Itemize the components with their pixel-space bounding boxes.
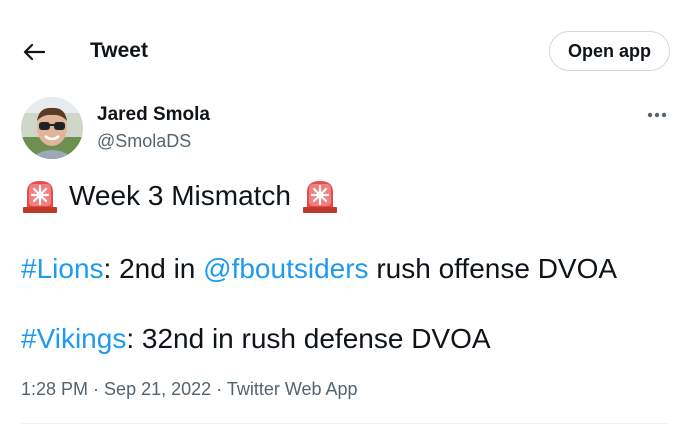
- back-button[interactable]: [18, 36, 50, 68]
- divider: [21, 423, 669, 424]
- separator: ·: [211, 379, 227, 399]
- more-options-button[interactable]: [644, 104, 670, 126]
- tweet-title-text: Week 3 Mismatch: [69, 180, 291, 211]
- tweet-text: : 2nd in: [103, 253, 204, 284]
- tweet-page: Tweet Open app Jared Smola @SmolaDS Week…: [0, 0, 690, 428]
- tweet-source: Twitter Web App: [226, 379, 358, 399]
- hashtag-link[interactable]: #Lions: [21, 253, 104, 284]
- tweet-date[interactable]: Sep 21, 2022: [104, 379, 211, 399]
- arrow-left-icon: [23, 43, 45, 61]
- page-title: Tweet: [90, 39, 148, 62]
- mention-link[interactable]: @fboutsiders: [203, 253, 368, 284]
- police-light-icon: [23, 181, 57, 213]
- tweet-line-3: #Vikings: 32nd in rush defense DVOA: [21, 322, 491, 356]
- police-light-icon: [303, 181, 337, 213]
- profile-photo: [21, 97, 83, 159]
- tweet-text: rush offense DVOA: [368, 253, 618, 284]
- separator: ·: [88, 379, 105, 399]
- open-app-button[interactable]: Open app: [549, 31, 670, 71]
- top-bar: Tweet Open app: [0, 0, 690, 100]
- tweet-metadata: 1:28 PM · Sep 21, 2022 · Twitter Web App: [21, 377, 358, 401]
- tweet-text: : 32nd in rush defense DVOA: [126, 323, 491, 354]
- author-handle[interactable]: @SmolaDS: [97, 130, 191, 152]
- avatar[interactable]: [21, 97, 83, 159]
- hashtag-link[interactable]: #Vikings: [21, 323, 126, 354]
- tweet-time[interactable]: 1:28 PM: [21, 379, 88, 399]
- more-horizontal-icon: [647, 112, 667, 118]
- tweet-line-1: Week 3 Mismatch: [21, 178, 345, 214]
- author-name[interactable]: Jared Smola: [97, 104, 210, 126]
- tweet-line-2: #Lions: 2nd in @fboutsiders rush offense…: [21, 252, 617, 286]
